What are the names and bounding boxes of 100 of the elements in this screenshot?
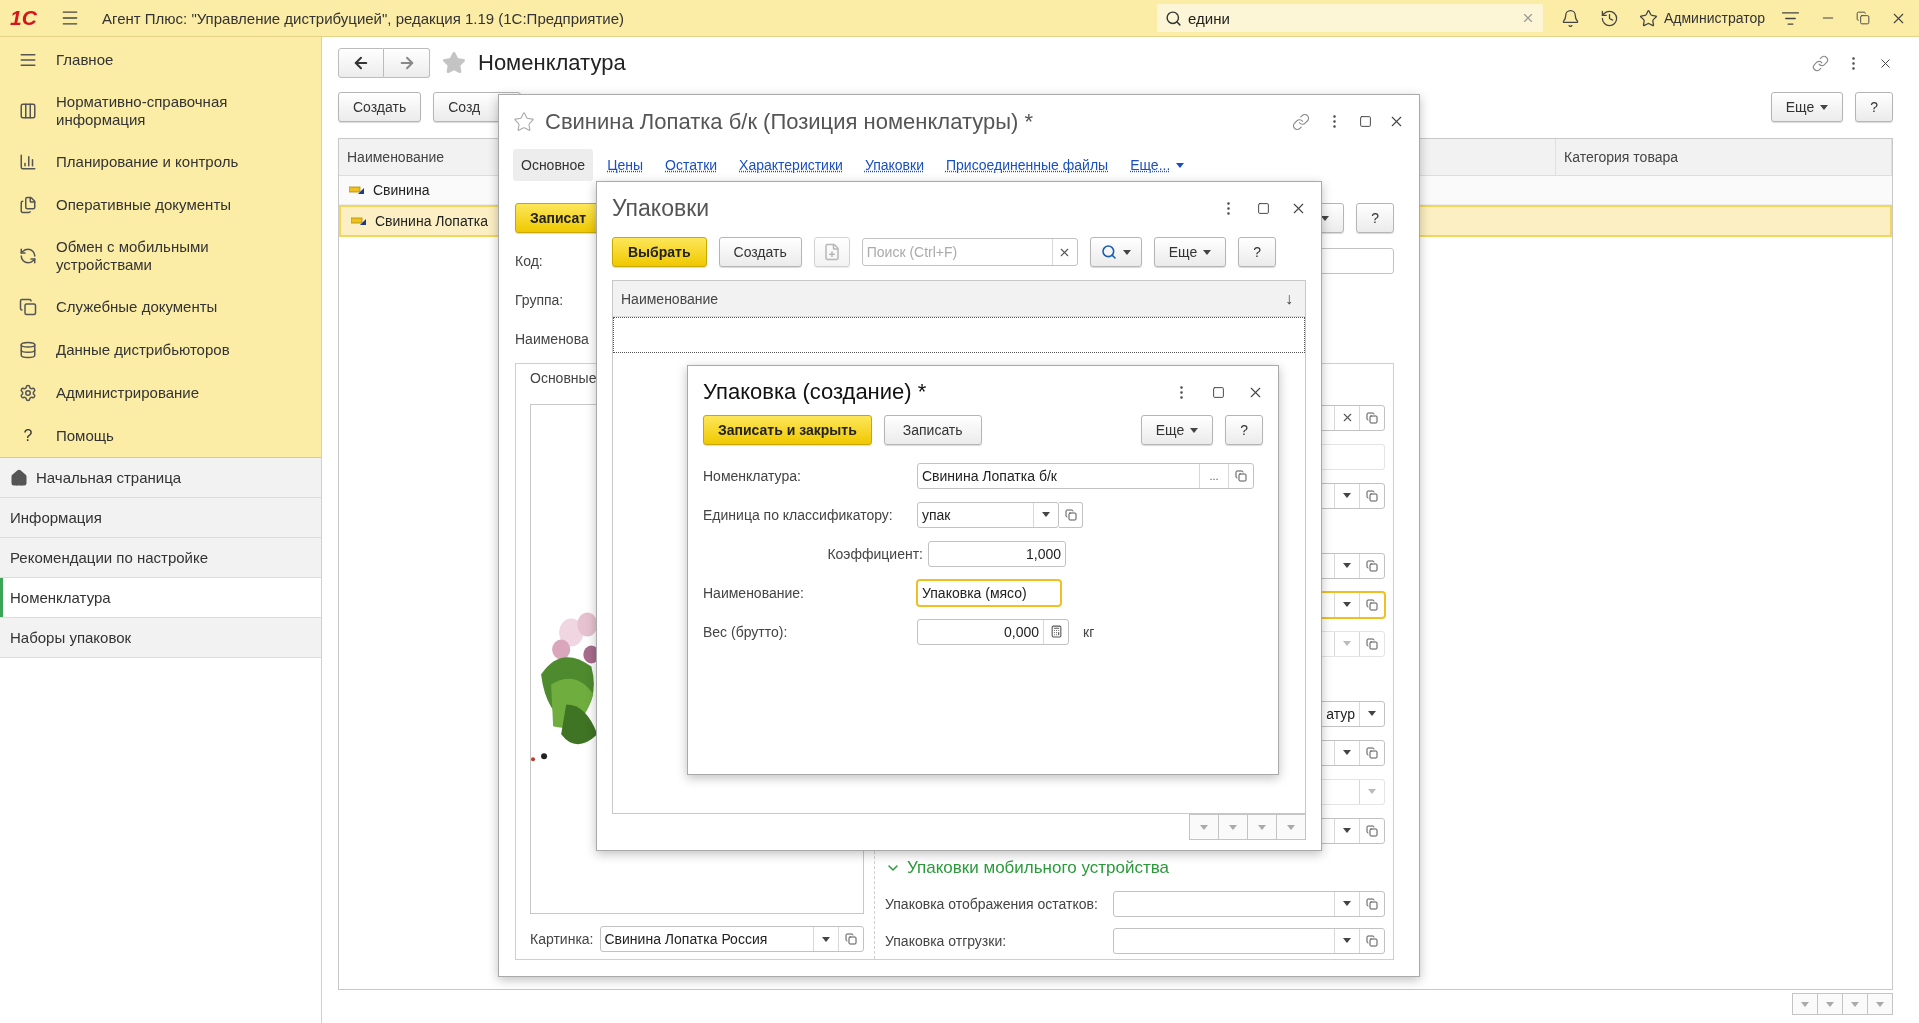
maximize-icon[interactable] xyxy=(1257,201,1270,215)
input-field[interactable] xyxy=(1113,927,1385,954)
help-button[interactable]: ? xyxy=(1356,203,1394,233)
field-label: Упаковка отгрузки: xyxy=(885,932,1007,949)
link-icon[interactable] xyxy=(1812,54,1829,72)
caret-icon xyxy=(1343,750,1351,755)
restore-icon[interactable] xyxy=(1856,11,1870,25)
input-field[interactable]: 1,000 xyxy=(928,540,1066,567)
search-icon xyxy=(1165,9,1182,27)
scroll-button[interactable] xyxy=(1218,814,1248,840)
copy-icon xyxy=(1366,598,1378,611)
caret-icon xyxy=(1343,493,1351,498)
scroll-button[interactable] xyxy=(1867,993,1893,1015)
tab[interactable]: Основное xyxy=(513,149,594,181)
section-item[interactable]: Обмен с мобильными устройствами xyxy=(0,226,321,285)
scroll-button[interactable] xyxy=(1276,814,1306,840)
section-item[interactable]: Оперативные документы xyxy=(0,183,321,226)
section-item[interactable]: Главное xyxy=(0,38,321,81)
nav-item[interactable]: Рекомендации по настройке xyxy=(0,538,321,578)
input-field[interactable]: Упаковка (мясо) xyxy=(917,579,1061,606)
input-field[interactable]: Свинина Лопатка б/к ... xyxy=(917,462,1254,489)
choose-button[interactable]: Выбрать xyxy=(612,237,707,267)
more-button[interactable]: Еще xyxy=(1153,237,1227,267)
save-button[interactable]: Записать xyxy=(883,415,982,445)
copy-icon xyxy=(1366,411,1378,424)
calculator-icon xyxy=(1049,625,1063,638)
scroll-button[interactable] xyxy=(1817,993,1843,1015)
search-field[interactable]: едини xyxy=(1157,4,1543,32)
section-item[interactable]: Служебные документы xyxy=(0,285,321,328)
nav-item[interactable]: Номенклатура xyxy=(0,578,321,618)
caret-icon xyxy=(1203,249,1212,255)
choose-button[interactable]: ... xyxy=(1199,463,1228,488)
column-header[interactable]: Наименование xyxy=(621,290,719,307)
more-button[interactable]: Еще xyxy=(1140,415,1214,445)
history-icon[interactable] xyxy=(1600,8,1619,28)
star-icon[interactable] xyxy=(1639,8,1658,28)
column-header[interactable]: Категория товара xyxy=(1556,139,1892,175)
logo: 1С xyxy=(10,6,38,30)
field-label: Упаковка отображения остатков: xyxy=(885,895,1098,912)
caret-icon xyxy=(822,936,830,942)
tab[interactable]: Остатки xyxy=(657,149,726,181)
maximize-icon[interactable] xyxy=(1359,115,1372,128)
field-label: Вес (брутто): xyxy=(703,623,789,640)
tab[interactable]: Упаковки xyxy=(856,149,932,181)
nav-item[interactable]: Наборы упаковок xyxy=(0,618,321,658)
scroll-button[interactable] xyxy=(1189,814,1219,840)
copy-icon xyxy=(19,297,37,316)
user-name[interactable]: Администратор xyxy=(1664,10,1765,26)
refresh-icon xyxy=(19,246,37,265)
copy-icon xyxy=(1366,489,1378,502)
copy-icon xyxy=(845,933,857,945)
bell-icon[interactable] xyxy=(1561,8,1580,28)
create-button[interactable]: Создать xyxy=(338,92,422,122)
nav-item[interactable]: Начальная страница xyxy=(0,458,321,498)
field-label: Картинка: xyxy=(530,931,594,947)
search-button[interactable] xyxy=(1089,237,1142,267)
input-field[interactable]: упак xyxy=(917,501,1059,528)
more-button[interactable]: Еще xyxy=(1770,92,1844,122)
tab[interactable]: Присоединенные файлы xyxy=(938,149,1117,181)
caret-icon xyxy=(1042,512,1050,517)
section-item[interactable]: Администрирование xyxy=(0,371,321,414)
copy-icon xyxy=(1064,508,1077,521)
section-item[interactable]: Нормативно-справочная информация xyxy=(0,81,321,140)
help-button[interactable]: ? xyxy=(1855,92,1893,122)
section-item[interactable]: Планирование и контроль xyxy=(0,140,321,183)
database-icon xyxy=(19,340,37,359)
caret-icon xyxy=(1343,602,1351,607)
input-field[interactable] xyxy=(1113,890,1385,917)
copy-icon xyxy=(1366,637,1378,650)
star-icon[interactable] xyxy=(513,110,535,133)
back-button[interactable] xyxy=(338,48,384,78)
star-icon[interactable] xyxy=(442,51,466,75)
caret-icon xyxy=(1176,162,1185,168)
create-button[interactable]: Создать xyxy=(718,237,802,267)
tab[interactable]: Цены xyxy=(599,149,652,181)
link-icon[interactable] xyxy=(1292,112,1310,131)
files-icon xyxy=(19,195,37,214)
input-field[interactable]: Свинина Лопатка Россия xyxy=(599,926,864,952)
window-title: Свинина Лопатка б/к (Позиция номенклатуры) * xyxy=(545,108,1035,135)
scroll-button[interactable] xyxy=(1247,814,1277,840)
field-label: Единица по классификатору: xyxy=(703,506,894,523)
clear-icon[interactable] xyxy=(1521,11,1535,25)
section-item[interactable]: Данные дистрибьюторов xyxy=(0,328,321,371)
scroll-button[interactable] xyxy=(1792,993,1818,1015)
nav-item[interactable]: Информация xyxy=(0,498,321,538)
section-item[interactable]: ? Помощь xyxy=(0,414,321,457)
window-title: Упаковка (создание) * xyxy=(703,379,928,405)
help-button[interactable]: ? xyxy=(1225,415,1263,445)
group-title: Основные xyxy=(530,370,597,386)
tab[interactable]: Характеристики xyxy=(731,149,851,181)
maximize-icon[interactable] xyxy=(1212,385,1225,399)
caret-icon xyxy=(1826,1001,1834,1007)
tab[interactable]: Еще... xyxy=(1122,149,1193,181)
help-button[interactable]: ? xyxy=(1238,237,1277,267)
input-field[interactable]: 0,000 xyxy=(917,618,1069,645)
empty-row[interactable] xyxy=(613,317,1305,353)
scroll-button[interactable] xyxy=(1842,993,1868,1015)
save-close-button[interactable]: Записать и закрыть xyxy=(703,415,872,445)
section-title[interactable]: Упаковки мобильного устройства xyxy=(907,857,1170,878)
copy-button[interactable] xyxy=(813,237,850,267)
